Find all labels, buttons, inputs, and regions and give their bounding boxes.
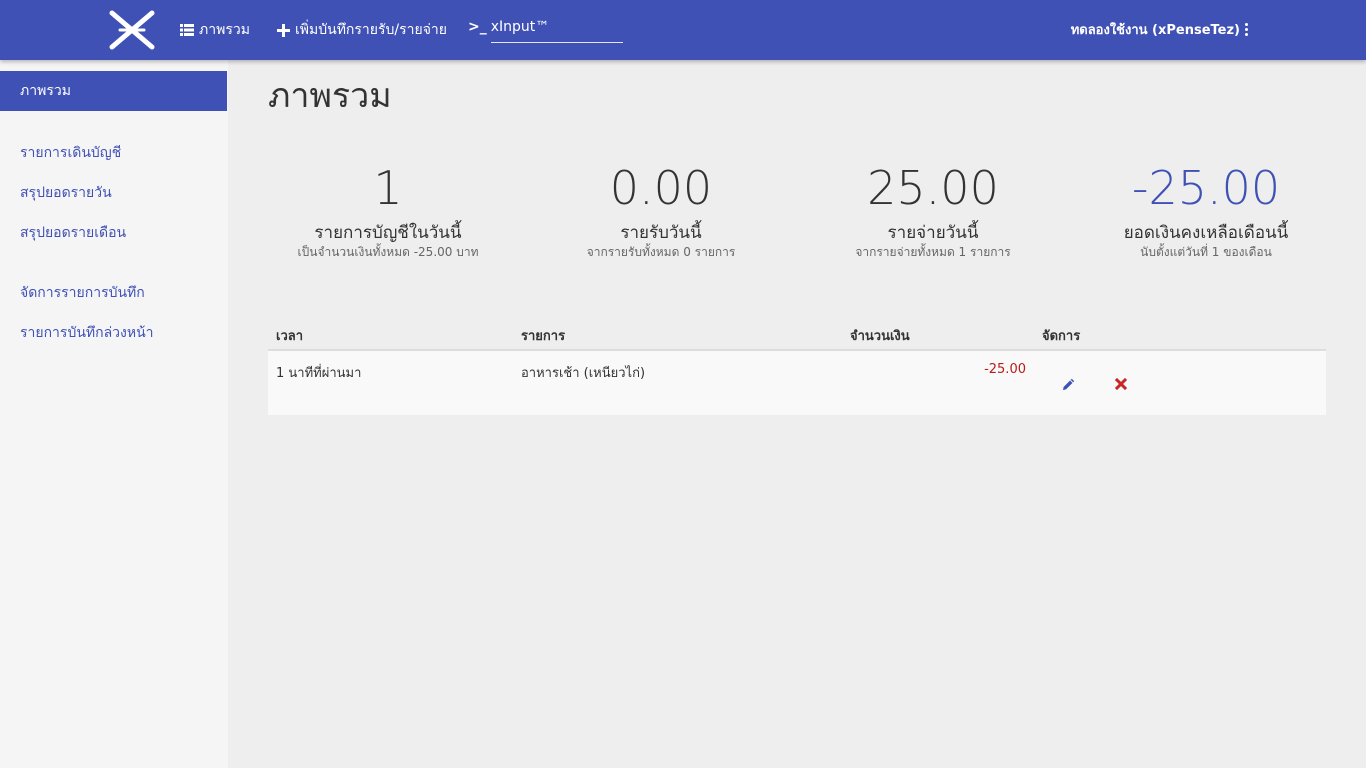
column-header-amount: จำนวนเงิน: [850, 329, 910, 344]
table-header: เวลา รายการ จำนวนเงิน จัดการ: [268, 316, 1326, 351]
stat-value: 25.00: [867, 161, 999, 215]
stat-value: 1: [373, 161, 403, 215]
stat-label: รายจ่ายวันนี้: [887, 223, 979, 243]
stat-label: รายการบัญชีในวันนี้: [314, 223, 462, 243]
sidebar-item-monthly-summary[interactable]: สรุปยอดรายเดือน: [20, 222, 126, 244]
sidebar-item-transactions[interactable]: รายการเดินบัญชี: [20, 142, 121, 164]
close-icon: [1115, 378, 1127, 390]
edit-button[interactable]: [1060, 375, 1078, 393]
list-icon: [180, 24, 194, 36]
nav-add-entry-label: เพิ่มบันทึกรายรับ/รายจ่าย: [295, 22, 447, 38]
nav-overview-link[interactable]: ภาพรวม: [180, 19, 250, 41]
column-header-time: เวลา: [276, 329, 304, 344]
stat-label: รายรับวันนี้: [620, 223, 702, 243]
table-row: 1 นาทีที่ผ่านมา อาหารเช้า (เหนียวไก่) -2…: [268, 351, 1326, 415]
pencil-icon: [1063, 378, 1075, 390]
stat-today-count: 1 รายการบัญชีในวันนี้ เป็นจำนวนเงินทั้งห…: [258, 158, 518, 260]
row-amount: -25.00: [984, 362, 1026, 377]
stat-today-expense: 25.00 รายจ่ายวันนี้ จากรายจ่ายทั้งหมด 1 …: [803, 158, 1063, 260]
xinput-field-wrapper: >_: [468, 17, 623, 43]
user-label: ทดลองใช้งาน (xPenseTez): [1070, 23, 1240, 38]
more-vertical-icon: [1245, 23, 1248, 36]
sidebar-item-daily-summary[interactable]: สรุปยอดรายวัน: [20, 182, 112, 204]
sidebar-item-manage-entries[interactable]: จัดการรายการบันทึก: [20, 282, 145, 304]
column-header-actions: จัดการ: [1042, 329, 1081, 344]
column-header-item: รายการ: [521, 329, 566, 344]
plus-icon: [277, 23, 290, 37]
sidebar-item-overview[interactable]: ภาพรวม: [0, 71, 227, 111]
nav-overview-label: ภาพรวม: [199, 22, 250, 38]
xinput-field[interactable]: [490, 17, 623, 43]
sidebar-item-scheduled-entries[interactable]: รายการบันทึกล่วงหน้า: [20, 322, 154, 344]
transactions-table: เวลา รายการ จำนวนเงิน จัดการ 1 นาทีที่ผ่…: [268, 316, 1326, 415]
page-title: ภาพรวม: [268, 76, 392, 116]
stat-value: -25.00: [1131, 161, 1281, 215]
stat-sub: จากรายจ่ายทั้งหมด 1 รายการ: [855, 245, 1011, 259]
nav-add-entry-link[interactable]: เพิ่มบันทึกรายรับ/รายจ่าย: [277, 19, 447, 41]
stat-month-balance: -25.00 ยอดเงินคงเหลือเดือนนี้ นับตั้งแต่…: [1076, 158, 1336, 260]
stat-sub: เป็นจำนวนเงินทั้งหมด -25.00 บาท: [297, 245, 479, 259]
logo-icon[interactable]: [108, 9, 156, 51]
top-navbar: ภาพรวม เพิ่มบันทึกรายรับ/รายจ่าย >_ ทดลอ…: [0, 0, 1366, 60]
stat-today-income: 0.00 รายรับวันนี้ จากรายรับทั้งหมด 0 ราย…: [531, 158, 791, 260]
user-menu[interactable]: ทดลองใช้งาน (xPenseTez): [1071, 19, 1248, 40]
row-time: 1 นาทีที่ผ่านมา: [276, 366, 362, 381]
stat-value: 0.00: [609, 161, 713, 215]
delete-button[interactable]: [1112, 375, 1130, 393]
row-item: อาหารเช้า (เหนียวไก่): [521, 366, 646, 381]
sidebar: ภาพรวม รายการเดินบัญชี สรุปยอดรายวัน สรุ…: [0, 60, 228, 768]
stat-sub: นับตั้งแต่วันที่ 1 ของเดือน: [1140, 245, 1272, 259]
terminal-icon: >_: [468, 19, 487, 35]
stat-sub: จากรายรับทั้งหมด 0 รายการ: [586, 245, 736, 259]
stat-label: ยอดเงินคงเหลือเดือนนี้: [1123, 223, 1289, 243]
